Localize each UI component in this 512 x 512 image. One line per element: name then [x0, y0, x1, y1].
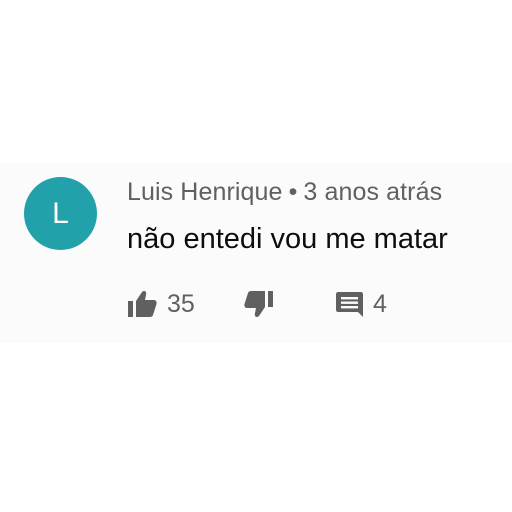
- reply-count: 4: [373, 289, 387, 318]
- thumbs-down-icon[interactable]: [244, 290, 273, 318]
- comment-header: Luis Henrique • 3 anos atrás: [127, 178, 442, 207]
- like-button[interactable]: 35: [128, 286, 195, 322]
- avatar[interactable]: L: [24, 177, 97, 250]
- like-count: 35: [167, 289, 195, 318]
- header-separator: •: [288, 178, 298, 206]
- comment-icon[interactable]: [336, 291, 363, 318]
- comment-timestamp[interactable]: 3 anos atrás: [303, 178, 442, 206]
- thumbs-up-icon[interactable]: [128, 290, 157, 318]
- screen: L Luis Henrique • 3 anos atrás não entedi …: [0, 0, 512, 512]
- comment-text: não entedi vou me matar: [127, 223, 448, 255]
- avatar-letter: L: [52, 196, 69, 230]
- dislike-button[interactable]: [244, 286, 273, 322]
- replies-button[interactable]: 4: [336, 286, 387, 322]
- author-name[interactable]: Luis Henrique: [127, 178, 283, 206]
